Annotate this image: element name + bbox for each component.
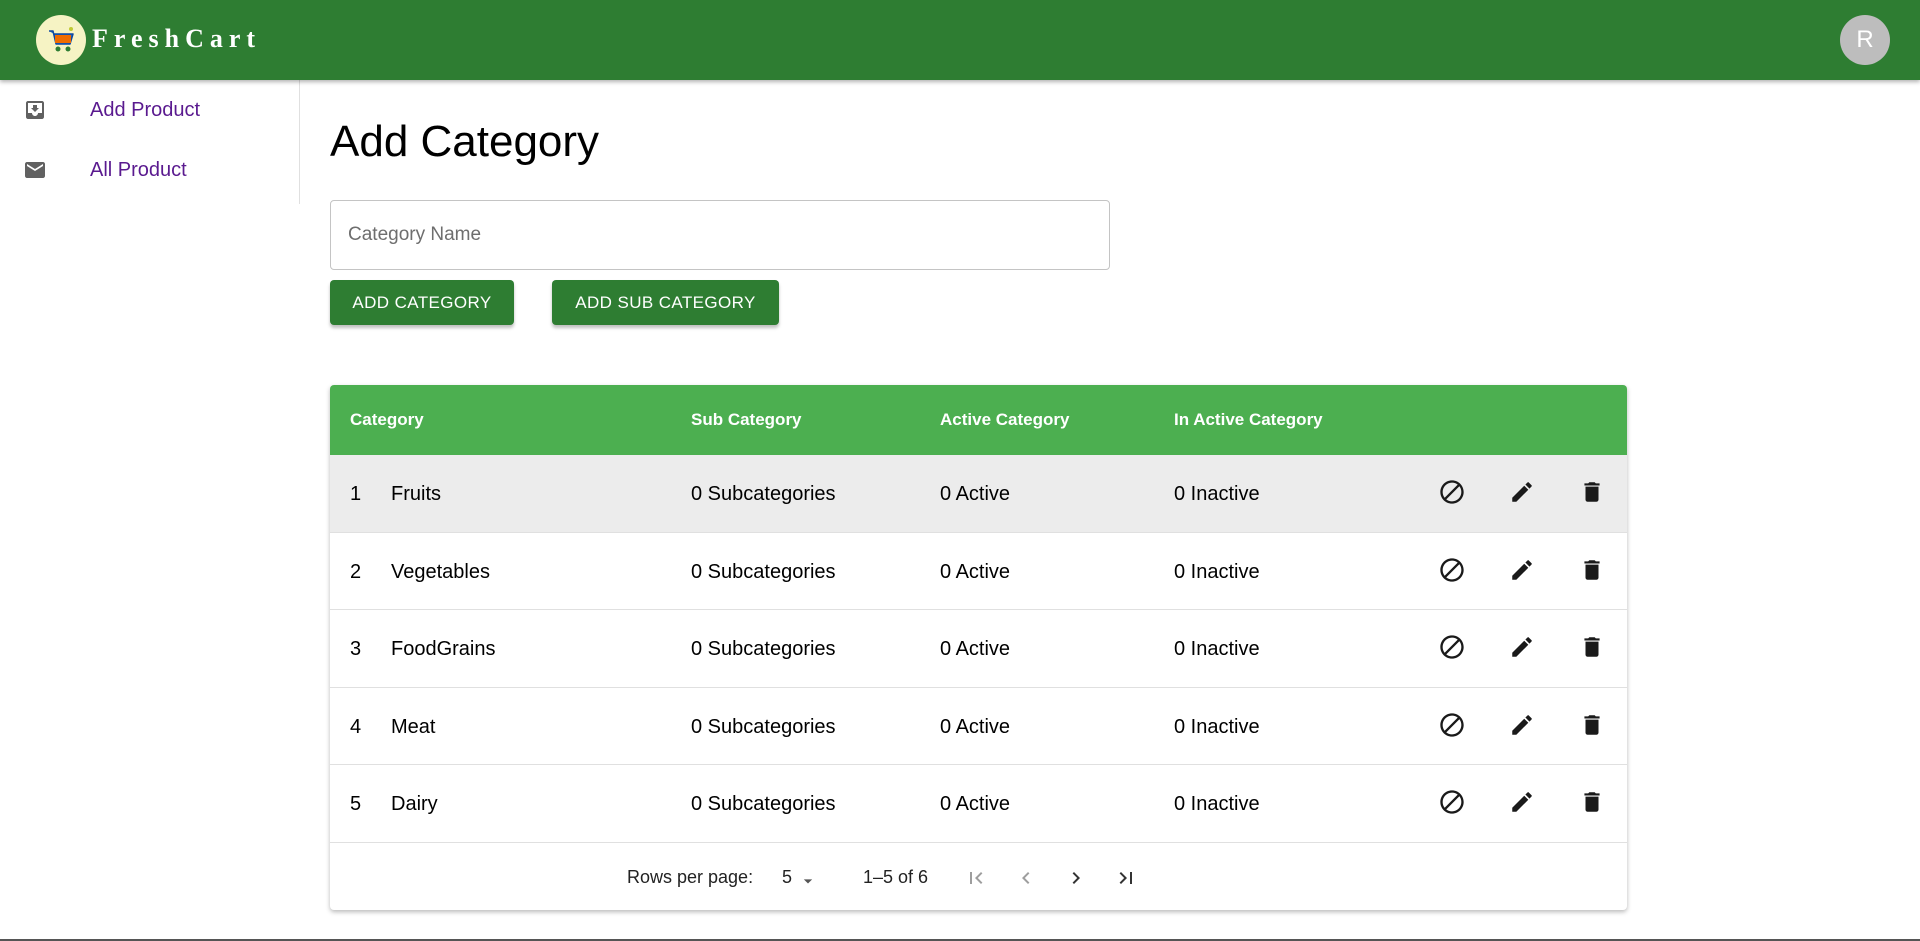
active-count: 0 Active: [940, 560, 1011, 583]
row-index: 2: [350, 560, 362, 583]
brand-name[interactable]: FreshCart: [92, 24, 261, 54]
table-row[interactable]: 4 Meat 0 Subcategories 0 Active 0 Inacti…: [330, 688, 1627, 765]
table-row[interactable]: 5 Dairy 0 Subcategories 0 Active 0 Inact…: [330, 765, 1627, 843]
sub-category-count: 0 Subcategories: [691, 483, 836, 505]
inactive-count: 0 Inactive: [1174, 638, 1260, 660]
edit-icon[interactable]: [1507, 477, 1537, 507]
mail-icon: [22, 158, 48, 182]
add-category-button[interactable]: ADD CATEGORY: [330, 280, 514, 325]
page-range-label: 1–5 of 6: [863, 867, 929, 887]
sidebar: Add Product All Product: [0, 80, 300, 204]
page-title: Add Category: [330, 117, 600, 166]
rows-per-page-value: 5: [782, 867, 793, 887]
rows-per-page-select[interactable]: 5: [782, 865, 826, 891]
table-row[interactable]: 1 Fruits 0 Subcategories 0 Active 0 Inac…: [330, 455, 1627, 533]
sub-category-count: 0 Subcategories: [691, 560, 836, 583]
category-name: Meat: [391, 715, 436, 738]
block-icon[interactable]: [1437, 632, 1467, 662]
category-table: Category Sub Category Active Category In…: [330, 385, 1627, 910]
delete-icon[interactable]: [1577, 555, 1607, 585]
row-index: 1: [350, 483, 362, 505]
edit-icon[interactable]: [1507, 632, 1537, 662]
sub-category-count: 0 Subcategories: [691, 715, 836, 738]
avatar[interactable]: R: [1840, 15, 1890, 65]
delete-icon[interactable]: [1577, 477, 1607, 507]
column-header-inactive-category: In Active Category: [1174, 410, 1323, 429]
edit-icon[interactable]: [1507, 710, 1537, 740]
row-index: 3: [350, 638, 362, 660]
delete-icon[interactable]: [1577, 710, 1607, 740]
column-header-category: Category: [350, 410, 424, 429]
add-sub-category-button[interactable]: ADD SUB CATEGORY: [552, 280, 779, 325]
active-count: 0 Active: [940, 715, 1011, 738]
sidebar-item-add-product[interactable]: Add Product: [0, 80, 299, 140]
category-name-input[interactable]: [330, 200, 1110, 270]
inactive-count: 0 Inactive: [1174, 560, 1260, 583]
category-name: FoodGrains: [391, 638, 496, 660]
active-count: 0 Active: [940, 483, 1011, 505]
arrow-drop-down-icon: [798, 871, 818, 896]
rows-per-page-label: Rows per page:: [627, 867, 754, 887]
block-icon[interactable]: [1437, 787, 1467, 817]
edit-icon[interactable]: [1507, 555, 1537, 585]
app-header: FreshCart R: [0, 0, 1920, 80]
delete-icon[interactable]: [1577, 787, 1607, 817]
first-page-icon[interactable]: [959, 861, 993, 895]
inactive-count: 0 Inactive: [1174, 793, 1260, 815]
row-index: 4: [350, 715, 362, 738]
sidebar-item-all-product[interactable]: All Product: [0, 140, 299, 200]
next-page-icon[interactable]: [1059, 861, 1093, 895]
sub-category-count: 0 Subcategories: [691, 793, 836, 815]
table-pagination: Rows per page: 5 1–5 of 6: [330, 843, 1627, 910]
inactive-count: 0 Inactive: [1174, 715, 1260, 738]
category-name: Fruits: [391, 483, 441, 505]
column-header-sub-category: Sub Category: [691, 410, 802, 429]
row-index: 5: [350, 793, 362, 815]
last-page-icon[interactable]: [1109, 861, 1143, 895]
edit-icon[interactable]: [1507, 787, 1537, 817]
sidebar-item-label: All Product: [90, 158, 187, 181]
active-count: 0 Active: [940, 793, 1011, 815]
cart-logo-icon[interactable]: [36, 15, 86, 65]
previous-page-icon[interactable]: [1009, 861, 1043, 895]
block-icon[interactable]: [1437, 710, 1467, 740]
delete-icon[interactable]: [1577, 632, 1607, 662]
sidebar-item-label: Add Product: [90, 98, 201, 121]
category-name: Dairy: [391, 793, 438, 815]
inactive-count: 0 Inactive: [1174, 483, 1260, 505]
table-header: Category Sub Category Active Category In…: [330, 385, 1627, 455]
move-to-inbox-icon: [22, 98, 48, 122]
block-icon[interactable]: [1437, 555, 1467, 585]
active-count: 0 Active: [940, 638, 1011, 660]
category-name: Vegetables: [391, 560, 490, 583]
sub-category-count: 0 Subcategories: [691, 638, 836, 660]
block-icon[interactable]: [1437, 477, 1467, 507]
table-row[interactable]: 2 Vegetables 0 Subcategories 0 Active 0 …: [330, 533, 1627, 610]
table-row[interactable]: 3 FoodGrains 0 Subcategories 0 Active 0 …: [330, 610, 1627, 688]
column-header-active-category: Active Category: [940, 410, 1070, 429]
